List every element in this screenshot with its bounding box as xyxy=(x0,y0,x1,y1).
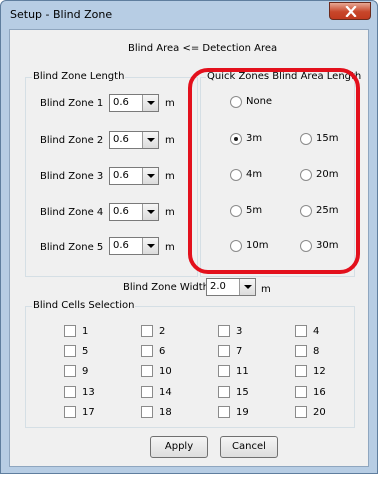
blind-cell-15-checkbox[interactable] xyxy=(218,386,230,398)
blind-cell-14-checkbox[interactable] xyxy=(141,386,153,398)
blind-cell-10-checkbox[interactable] xyxy=(141,365,153,377)
blind-zone-4-label: Blind Zone 4 xyxy=(40,207,104,218)
blind-zone-2-unit: m xyxy=(165,135,175,146)
blind-cell-9-label: 9 xyxy=(82,366,89,377)
blind-zone-1-label: Blind Zone 1 xyxy=(40,98,104,109)
chevron-down-icon[interactable] xyxy=(239,279,255,295)
blind-cell-12-label: 12 xyxy=(313,366,326,377)
blind-cell-5-checkbox[interactable] xyxy=(64,345,76,357)
apply-button[interactable]: Apply xyxy=(150,436,208,458)
chevron-down-icon[interactable] xyxy=(142,95,158,111)
blind-zone-length-legend: Blind Zone Length xyxy=(32,71,126,82)
blind-zone-3-unit: m xyxy=(165,171,175,182)
chevron-down-icon[interactable] xyxy=(142,168,158,184)
chevron-down-icon[interactable] xyxy=(142,204,158,220)
blind-cell-2-label: 2 xyxy=(159,326,166,337)
blind-zone-3-select[interactable]: 0.6 xyxy=(109,167,159,185)
blind-cell-7-checkbox[interactable] xyxy=(218,345,230,357)
blind-zone-3-label: Blind Zone 3 xyxy=(40,171,104,182)
blind-zone-width-label: Blind Zone Width: xyxy=(123,282,213,293)
blind-cell-4-label: 4 xyxy=(313,326,320,337)
blind-zone-width-value: 2.0 xyxy=(210,281,226,292)
blind-cells-legend: Blind Cells Selection xyxy=(32,300,136,311)
window-title: Setup - Blind Zone xyxy=(10,8,113,21)
blind-cell-7-label: 7 xyxy=(236,346,243,357)
dialog-client-area: Blind Area <= Detection Area Blind Zone … xyxy=(9,29,369,467)
blind-cell-6-label: 6 xyxy=(159,346,166,357)
blind-cell-5-label: 5 xyxy=(82,346,89,357)
blind-cell-1-label: 1 xyxy=(82,326,89,337)
blind-cell-10-label: 10 xyxy=(159,366,172,377)
blind-cell-20-checkbox[interactable] xyxy=(295,406,307,418)
blind-cell-6-checkbox[interactable] xyxy=(141,345,153,357)
blind-cell-3-label: 3 xyxy=(236,326,243,337)
blind-cell-18-label: 18 xyxy=(159,407,172,418)
blind-cell-13-checkbox[interactable] xyxy=(64,386,76,398)
blind-cell-11-label: 11 xyxy=(236,366,249,377)
close-icon xyxy=(345,6,357,17)
blind-zone-2-label: Blind Zone 2 xyxy=(40,135,104,146)
blind-zone-5-label: Blind Zone 5 xyxy=(40,242,104,253)
blind-cell-17-label: 17 xyxy=(82,407,95,418)
blind-cell-19-label: 19 xyxy=(236,407,249,418)
cancel-button[interactable]: Cancel xyxy=(220,436,278,458)
close-button[interactable] xyxy=(329,2,371,20)
blind-zone-width-unit: m xyxy=(261,284,271,295)
blind-cell-11-checkbox[interactable] xyxy=(218,365,230,377)
blind-zone-2-select[interactable]: 0.6 xyxy=(109,131,159,149)
blind-zone-5-select[interactable]: 0.6 xyxy=(109,237,159,255)
blind-cell-18-checkbox[interactable] xyxy=(141,406,153,418)
blind-zone-width-select[interactable]: 2.0 xyxy=(206,278,256,296)
blind-cell-9-checkbox[interactable] xyxy=(64,365,76,377)
blind-zone-4-value: 0.6 xyxy=(113,206,129,217)
blind-cell-15-label: 15 xyxy=(236,387,249,398)
blind-zone-3-value: 0.6 xyxy=(113,170,129,181)
blind-zone-5-unit: m xyxy=(165,242,175,253)
blind-cell-8-label: 8 xyxy=(313,346,320,357)
title-bar[interactable]: Setup - Blind Zone xyxy=(1,1,377,29)
blind-cell-16-checkbox[interactable] xyxy=(295,386,307,398)
blind-zone-4-unit: m xyxy=(165,207,175,218)
blind-zone-1-unit: m xyxy=(165,98,175,109)
dialog-window: Setup - Blind Zone Blind Area <= Detecti… xyxy=(0,0,378,474)
blind-cell-17-checkbox[interactable] xyxy=(64,406,76,418)
blind-zone-4-select[interactable]: 0.6 xyxy=(109,203,159,221)
blind-cell-14-label: 14 xyxy=(159,387,172,398)
highlight-annotation xyxy=(188,68,360,274)
blind-zone-1-select[interactable]: 0.6 xyxy=(109,94,159,112)
blind-zone-1-value: 0.6 xyxy=(113,97,129,108)
blind-cell-19-checkbox[interactable] xyxy=(218,406,230,418)
blind-cell-13-label: 13 xyxy=(82,387,95,398)
blind-cell-2-checkbox[interactable] xyxy=(141,325,153,337)
blind-cell-8-checkbox[interactable] xyxy=(295,345,307,357)
blind-zone-2-value: 0.6 xyxy=(113,134,129,145)
chevron-down-icon[interactable] xyxy=(142,132,158,148)
blind-cell-1-checkbox[interactable] xyxy=(64,325,76,337)
chevron-down-icon[interactable] xyxy=(142,238,158,254)
header-text: Blind Area <= Detection Area xyxy=(128,43,278,54)
blind-zone-5-value: 0.6 xyxy=(113,240,129,251)
blind-cell-3-checkbox[interactable] xyxy=(218,325,230,337)
blind-cell-12-checkbox[interactable] xyxy=(295,365,307,377)
blind-cell-4-checkbox[interactable] xyxy=(295,325,307,337)
blind-cell-16-label: 16 xyxy=(313,387,326,398)
blind-cell-20-label: 20 xyxy=(313,407,326,418)
